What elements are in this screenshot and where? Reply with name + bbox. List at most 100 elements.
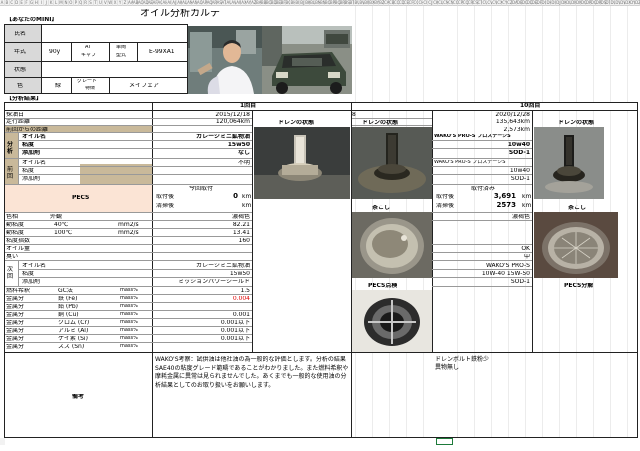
section-mini-title: 【あなたのMINI】 bbox=[6, 17, 58, 23]
r10-pecs-fitted-value: 3,691 bbox=[493, 193, 516, 200]
r1-drain-label-b: ドレンの状態 bbox=[362, 120, 399, 126]
row-unit-sn: mass% bbox=[120, 344, 138, 349]
r1-next-additive: ミッションパワーシールド bbox=[178, 279, 250, 285]
color-value: 緑 bbox=[55, 83, 62, 89]
r10-pecs-removed-value: 2573 bbox=[496, 202, 516, 209]
r1-remarks: WAKO'S考察：試供油は他社油の為一般的な評価とします。分析の結果SAE40の… bbox=[155, 356, 349, 389]
r1-si: 0.001以下 bbox=[220, 336, 250, 342]
row-unit-fe: mass% bbox=[120, 296, 138, 301]
r10-drain-label-a: ドレンの状態 bbox=[558, 120, 595, 126]
r1-pecs-photo bbox=[352, 290, 432, 352]
r1-drain-photo-b bbox=[352, 127, 432, 199]
r1-v40: 82.21 bbox=[232, 222, 250, 228]
r1-oil-name: ガレージミニ鉱物油 bbox=[196, 134, 250, 140]
model-label: 車両 bbox=[116, 45, 127, 50]
grade-value: メイフェア bbox=[129, 83, 160, 89]
r10-viscosity: 10w40 bbox=[507, 142, 530, 148]
r10-distance: 2,573km bbox=[503, 127, 531, 133]
name-label: 氏名 bbox=[14, 31, 27, 37]
r10-strainer-photo bbox=[534, 212, 618, 278]
model-value: E-99XA1 bbox=[149, 49, 175, 55]
r10-pecs-fitted-label: 取付後 bbox=[436, 194, 455, 200]
round1-title: 1回目 bbox=[240, 103, 257, 109]
r1-mileage: 120,064km bbox=[215, 119, 250, 125]
r10-prev-oil-name: WAKO'S PRO-S プロステージS bbox=[434, 160, 506, 165]
color-label: 色 bbox=[17, 83, 24, 89]
mini-info-table: 氏名 年式 90y AT キャブ 車両 型式 E-99XA1 状態 色 緑 グレ… bbox=[4, 24, 188, 94]
row-additive: 添加剤 bbox=[22, 150, 41, 156]
r1-cell-8: 8 bbox=[352, 112, 356, 118]
column-header[interactable]: DZ bbox=[635, 0, 640, 6]
row-analysis-group: 分析 bbox=[7, 141, 14, 155]
r10-prev-viscosity: 10w40 bbox=[509, 168, 530, 174]
r10-strainer-label: 茶こし bbox=[568, 205, 587, 211]
trans-sub: キャブ bbox=[81, 53, 97, 58]
row-unit-cu: mass% bbox=[120, 312, 138, 317]
r1-pecs-fitted-value: 0 bbox=[233, 193, 238, 200]
row-pecs: PECS bbox=[72, 195, 90, 201]
row-remarks: 備考 bbox=[72, 394, 85, 400]
r1-color: 濃褐色 bbox=[231, 214, 250, 220]
grade-label: グレード bbox=[77, 79, 98, 84]
grade-sub: 特徴 bbox=[85, 86, 96, 91]
row-prev-additive: 添加剤 bbox=[22, 176, 41, 182]
status-label: 状態 bbox=[14, 67, 27, 73]
trans-label: AT bbox=[85, 45, 92, 50]
r1-vi: 160 bbox=[238, 238, 250, 244]
model-sub: 型式 bbox=[116, 53, 127, 58]
row-number-cell bbox=[0, 438, 5, 445]
row-unit-cr: mass% bbox=[120, 320, 138, 325]
year-value: 90y bbox=[49, 49, 61, 55]
r10-oil-name: WAKO'S PRO-S プロステージS bbox=[434, 134, 511, 139]
owner-photo bbox=[188, 26, 262, 94]
row-unit-al: mass% bbox=[120, 328, 138, 333]
r10-next-oil-name: WAKO'S PRO-S bbox=[485, 263, 530, 269]
r1-drain-photo-a bbox=[254, 127, 350, 199]
r1-strainer-photo bbox=[352, 212, 432, 278]
column-header-strip: A B C D E F G H I J K L M N O P Q R S T U V W X Y Z AA AB AC AD AE AF AG… bbox=[0, 0, 640, 6]
r10-oil-amount: OK bbox=[521, 246, 530, 252]
r1-cu: 0.001 bbox=[232, 312, 250, 318]
row-next-additive: 添加剤 bbox=[22, 279, 41, 285]
r10-mileage: 135,643km bbox=[495, 119, 530, 125]
r1-fuel: 1.5 bbox=[240, 288, 250, 294]
r1-v100: 13.41 bbox=[232, 230, 250, 236]
r1-pecs-removed-label: 清掃後 bbox=[156, 203, 175, 209]
r10-additive: SOD-1 bbox=[508, 150, 530, 156]
row-next-group: 次回 bbox=[7, 266, 14, 280]
r10-color: 濃褐色 bbox=[511, 214, 530, 220]
selected-cell[interactable] bbox=[436, 438, 453, 445]
r10-pecs-removed-label: 清掃後 bbox=[436, 203, 455, 209]
row-unit-si: mass% bbox=[120, 336, 138, 341]
r1-pecs-label: PECS点検 bbox=[368, 283, 398, 289]
r1-date: 2015/12/18 bbox=[215, 112, 250, 118]
r10-remarks: ドレンボルト鉄粉少 異物無し bbox=[435, 356, 490, 371]
r1-additive: なし bbox=[237, 150, 250, 156]
r10-next-viscosity: 10W-40 15W-50 bbox=[481, 271, 530, 277]
r10-drain-photo bbox=[534, 127, 604, 199]
row-prev-group: 前回 bbox=[7, 166, 14, 180]
car-engine-photo bbox=[262, 26, 352, 94]
r1-cr: 0.001以下 bbox=[220, 320, 250, 326]
r10-pecs-km-2: km bbox=[522, 203, 532, 209]
r1-prev-oil-name: 不明 bbox=[237, 160, 250, 166]
r1-fe: 0.004 bbox=[232, 296, 250, 302]
row-metal-sn: 金属分 bbox=[6, 344, 25, 350]
r10-pecs-label: PECS分解 bbox=[564, 283, 594, 289]
row-sn: スズ (Sn) bbox=[58, 344, 85, 350]
r1-pecs-fitted-label: 取付後 bbox=[156, 194, 175, 200]
year-label: 年式 bbox=[14, 49, 27, 55]
row-unit-fuel: mass% bbox=[120, 288, 138, 293]
row-unit-pb: mass% bbox=[120, 304, 138, 309]
r10-odor: 中 bbox=[523, 254, 530, 260]
r10-pecs-title: 取付済み bbox=[470, 186, 495, 192]
r1-viscosity: 15w50 bbox=[227, 142, 250, 148]
r1-strainer-label: 茶こし bbox=[372, 205, 391, 211]
r1-pecs-km-2: km bbox=[242, 203, 252, 209]
r1-drain-label-a: ドレンの状態 bbox=[278, 120, 315, 126]
r10-prev-additive: SOD-1 bbox=[510, 176, 530, 182]
r1-next-viscosity: 15w50 bbox=[229, 271, 250, 277]
r10-pecs-km-1: km bbox=[522, 194, 532, 200]
r1-pecs-km-1: km bbox=[242, 194, 252, 200]
r1-al: 0.001以下 bbox=[220, 328, 250, 334]
